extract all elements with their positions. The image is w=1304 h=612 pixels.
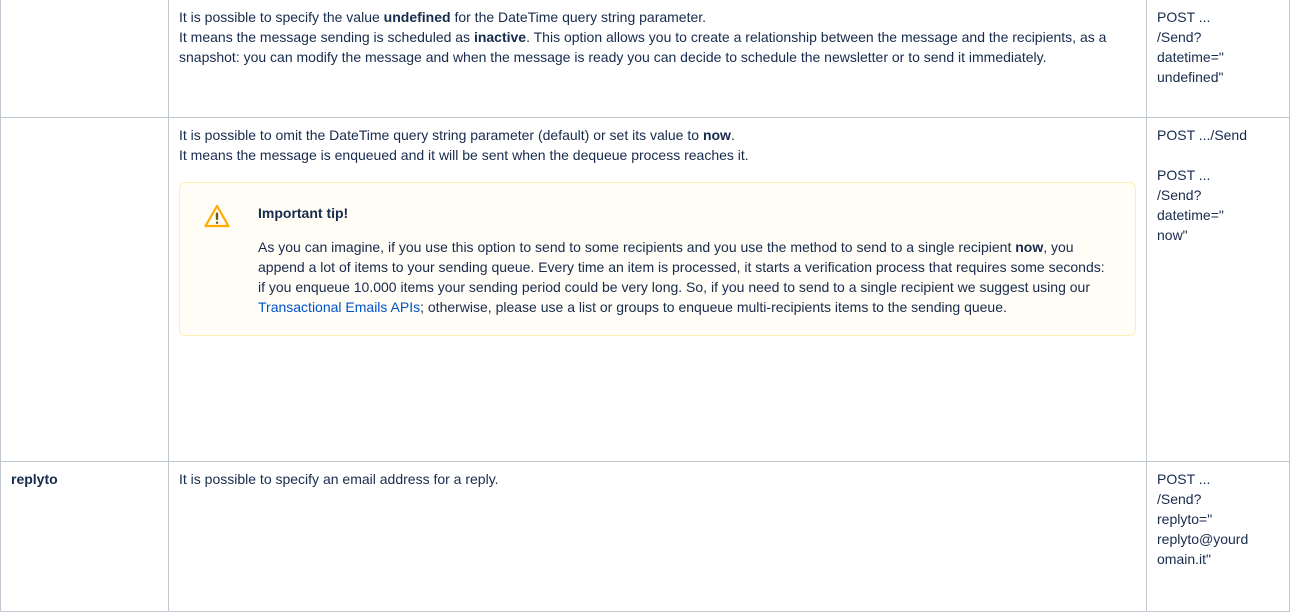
example-line: replyto@yourd — [1157, 530, 1249, 547]
bold-value-now: now — [1015, 238, 1044, 255]
description-cell: It is possible to omit the DateTime quer… — [168, 116, 1147, 462]
example-line: /Send? — [1157, 186, 1202, 203]
example-line: now" — [1157, 226, 1188, 243]
bold-value-inactive: inactive — [473, 29, 527, 45]
bold-value-now: now — [702, 126, 731, 143]
table-row: It is possible to specify the value unde… — [0, 0, 1290, 118]
parameters-table: It is possible to specify the value unde… — [0, 0, 1290, 612]
warning-icon — [204, 204, 230, 227]
example-cell: POST ... /Send? replyto=" replyto@yourd … — [1146, 460, 1290, 612]
description-line: It means the message sending is schedule… — [179, 29, 1107, 65]
tip-body: As you can imagine, if you use this opti… — [258, 238, 1105, 315]
table-row: It is possible to omit the DateTime quer… — [0, 116, 1290, 462]
example-line: POST ... — [1157, 470, 1211, 487]
example-line: POST ... — [1157, 9, 1211, 25]
example-line: datetime=" — [1157, 206, 1224, 223]
example-line: POST .../Send — [1157, 126, 1248, 143]
param-cell: replyto — [0, 460, 169, 612]
important-tip-panel: Important tip! As you can imagine, if yo… — [179, 181, 1136, 336]
example-line: /Send? — [1157, 29, 1202, 45]
description-line: It is possible to specify the value unde… — [179, 9, 707, 25]
param-cell — [0, 116, 169, 462]
example-cell: POST .../Send POST ... /Send? datetime="… — [1146, 116, 1290, 462]
table-row: replyto It is possible to specify an ema… — [0, 460, 1290, 612]
example-line: POST ... — [1157, 166, 1211, 183]
description-cell: It is possible to specify an email addre… — [168, 460, 1147, 612]
example-line: omain.it" — [1157, 550, 1211, 567]
description-line: It is possible to specify an email addre… — [179, 470, 499, 487]
example-line: /Send? — [1157, 490, 1202, 507]
example-line: replyto=" — [1157, 510, 1213, 527]
example-cell: POST ... /Send? datetime=" undefined" — [1146, 0, 1290, 118]
param-name: replyto — [11, 470, 58, 487]
description-line: It means the message is enqueued and it … — [179, 146, 749, 163]
example-line: undefined" — [1157, 69, 1224, 85]
param-cell — [0, 0, 169, 118]
transactional-emails-apis-link[interactable]: Transactional Emails APIs — [258, 299, 420, 315]
bold-value-undefined: undefined — [383, 9, 451, 25]
description-cell: It is possible to specify the value unde… — [168, 0, 1147, 118]
description-line: It is possible to omit the DateTime quer… — [179, 126, 735, 143]
tip-title: Important tip! — [258, 204, 349, 221]
example-line: datetime=" — [1157, 49, 1224, 65]
